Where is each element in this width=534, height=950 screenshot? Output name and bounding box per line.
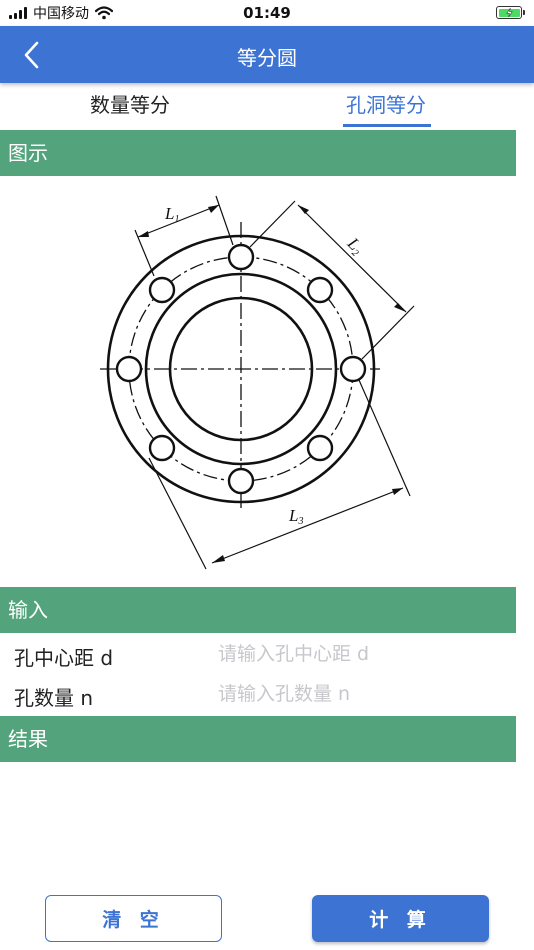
- flange-diagram: L1 L2 L3: [100, 195, 415, 570]
- section-header-result: 结果: [0, 716, 516, 762]
- active-tab-indicator: [343, 124, 431, 127]
- dimension-label-l3: L3: [288, 506, 303, 527]
- status-time: 01:49: [243, 4, 291, 22]
- section-header-input: 输入: [0, 587, 516, 633]
- battery-charging-icon: [496, 6, 525, 19]
- input-row-hole-spacing: 孔中心距 d: [0, 634, 516, 674]
- result-area: [0, 762, 516, 882]
- dimension-arrows: [138, 205, 406, 563]
- input-row-hole-count: 孔数量 n: [0, 674, 516, 714]
- calculate-button[interactable]: 计 算: [312, 895, 489, 942]
- tab-bar: 数量等分 孔洞等分: [0, 83, 534, 128]
- clear-button[interactable]: 清 空: [45, 895, 222, 942]
- hole-count-input[interactable]: [218, 678, 508, 710]
- tab-quantity-division[interactable]: 数量等分: [80, 89, 180, 128]
- hole-spacing-label: 孔中心距 d: [14, 646, 114, 670]
- section-header-diagram: 图示: [0, 130, 516, 176]
- navigation-bar: 等分圆: [0, 26, 534, 83]
- dimension-label-l2: L2: [342, 233, 368, 259]
- page-title: 等分圆: [237, 46, 297, 70]
- tab-hole-division[interactable]: 孔洞等分: [336, 89, 436, 128]
- dimension-label-l1: L1: [164, 204, 179, 225]
- status-bar: 中国移动 01:49: [0, 0, 534, 26]
- hole-count-label: 孔数量 n: [14, 686, 94, 710]
- hole-spacing-input[interactable]: [218, 638, 508, 670]
